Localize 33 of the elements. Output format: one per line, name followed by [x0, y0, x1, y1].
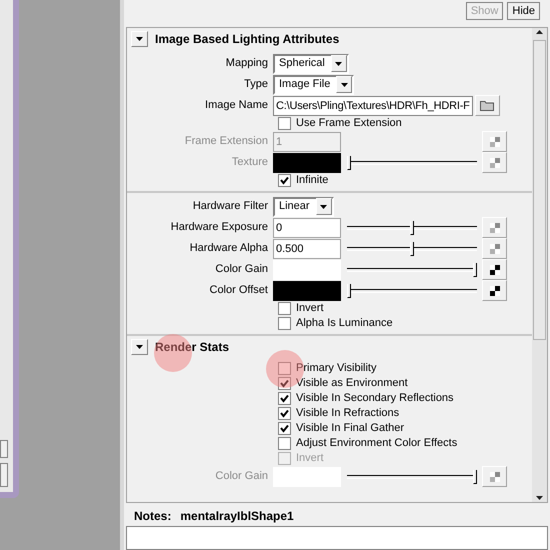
- section-title: Image Based Lighting Attributes: [155, 31, 340, 48]
- field-label: Hardware Exposure: [170, 221, 268, 234]
- field-label: Image Name: [205, 99, 268, 112]
- checkbox-label: Visible In Refractions: [296, 406, 400, 422]
- field-label: Texture: [232, 156, 268, 168]
- checkbox-label: Visible In Final Gather: [296, 421, 404, 436]
- checkbox-label: Infinite: [296, 173, 328, 188]
- checkbox-label: Alpha Is Luminance: [296, 316, 393, 332]
- node-name: mentalrayIblShape1: [180, 508, 294, 525]
- field-label: Mapping: [226, 57, 268, 70]
- field-label: Color Offset: [210, 284, 268, 296]
- field-label: Color Gain: [215, 470, 268, 482]
- dropdown[interactable]: Linear: [273, 196, 334, 216]
- checkbox-label: Primary Visibility: [296, 361, 376, 376]
- checkbox-label: Visible In Secondary Reflections: [296, 391, 454, 406]
- field-label: Color Gain: [215, 263, 268, 276]
- checkbox-label: Invert: [296, 301, 324, 316]
- image-path-field[interactable]: C:\Users\Pling\Textures\HDR\Fh_HDRI-F: [273, 96, 473, 116]
- field-label: Hardware Alpha: [190, 242, 268, 254]
- number-field[interactable]: 0: [273, 218, 341, 238]
- notes-label: Notes:: [134, 508, 172, 525]
- toolbar-button[interactable]: Hide: [507, 2, 540, 20]
- number-field[interactable]: 0.500: [273, 238, 341, 258]
- checkbox-label: Invert: [296, 451, 324, 466]
- field-label: Hardware Filter: [192, 200, 268, 212]
- section-title: Render Stats: [155, 339, 230, 356]
- field-label: Frame Extension: [184, 135, 268, 148]
- dropdown[interactable]: Image File: [273, 74, 354, 94]
- field-label: Type: [244, 78, 268, 90]
- dropdown[interactable]: Spherical: [273, 54, 349, 74]
- checkbox-label: Adjust Environment Color Effects: [296, 436, 458, 452]
- checkbox-label: Visible as Environment: [296, 376, 408, 392]
- checkbox-label: Use Frame Extension: [296, 116, 402, 132]
